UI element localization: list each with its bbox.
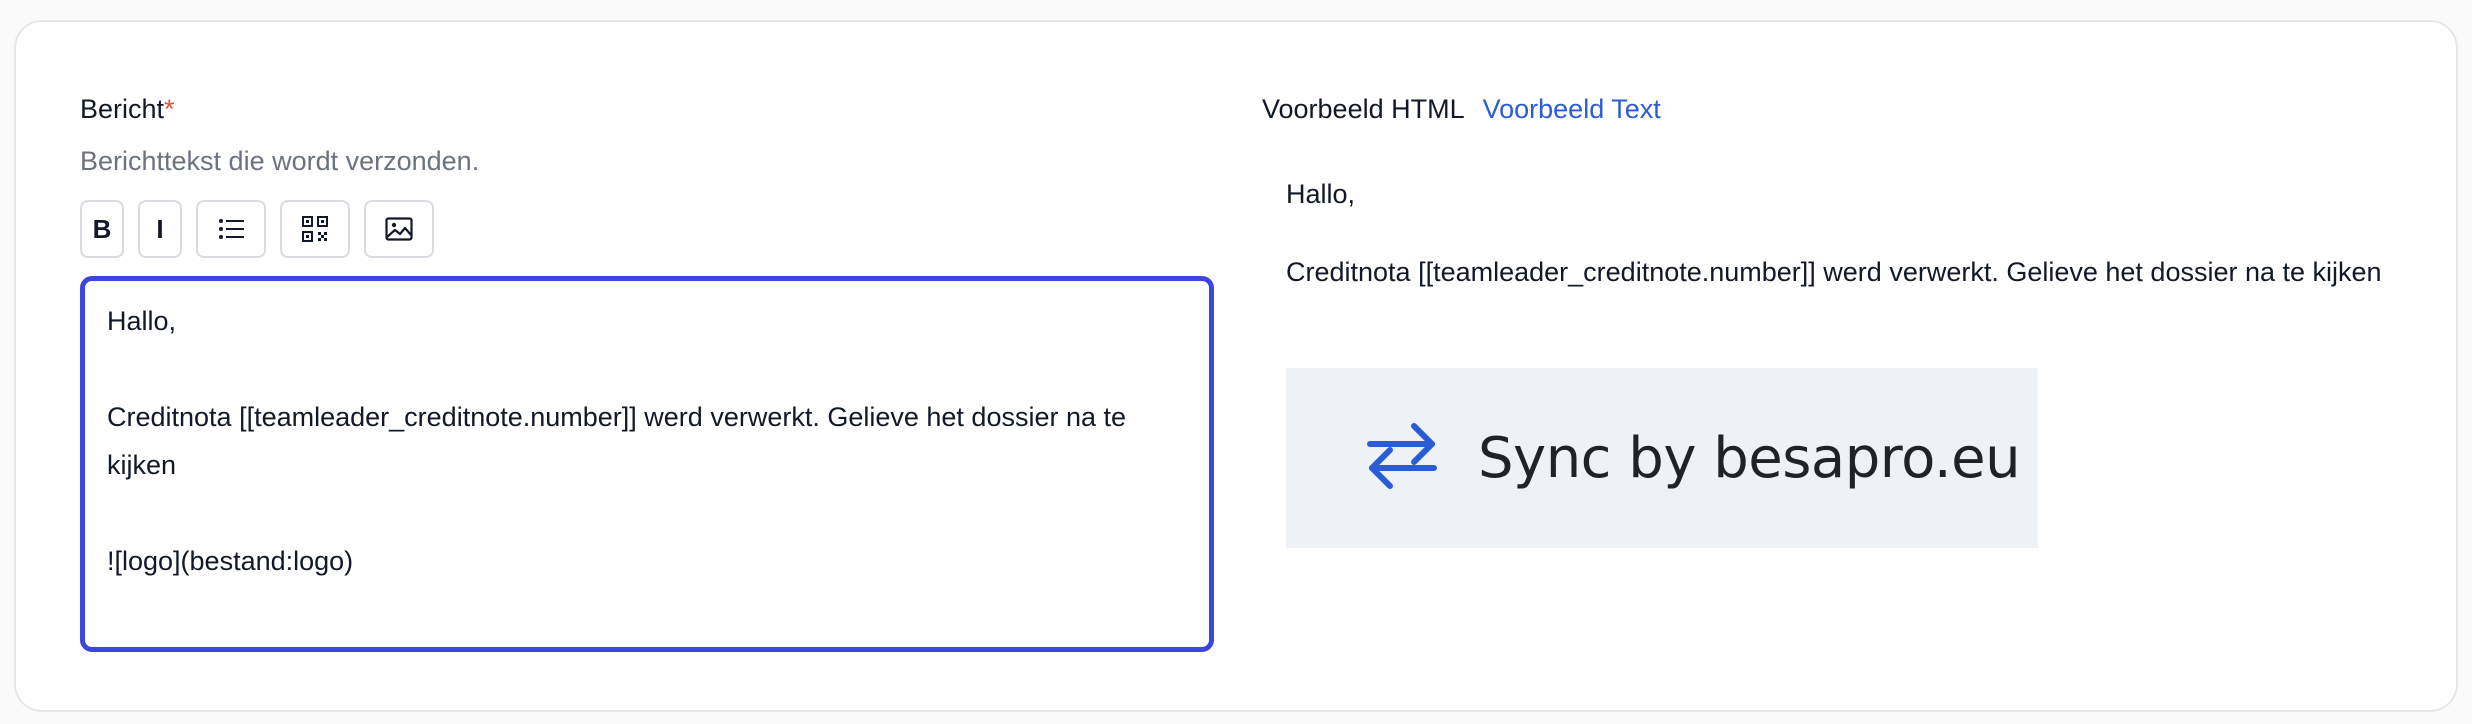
message-help-text: Berichttekst die wordt verzonden.: [80, 146, 480, 176]
message-label: Bericht*: [80, 94, 175, 125]
bulleted-list-button[interactable]: [196, 200, 266, 258]
editor-line-greeting: Hallo,: [107, 306, 177, 336]
image-button[interactable]: [364, 200, 434, 258]
qr-code-icon: [302, 216, 328, 242]
preview-logo-image: Sync by besapro.eu: [1286, 368, 2038, 548]
preview-body: Creditnota [[teamleader_creditnote.numbe…: [1286, 257, 2382, 287]
italic-button[interactable]: I: [138, 200, 182, 258]
preview-tabs: Voorbeeld HTML Voorbeeld Text: [1262, 94, 1661, 125]
editor-line-logo: ![logo](bestand:logo): [107, 546, 354, 576]
qr-code-button[interactable]: [280, 200, 350, 258]
editor-toolbar: B I: [80, 200, 434, 258]
sync-arrows-icon: [1362, 418, 1442, 499]
bold-button[interactable]: B: [80, 200, 124, 258]
message-card: Bericht* Berichttekst die wordt verzonde…: [14, 20, 2458, 712]
image-icon: [385, 217, 413, 241]
logo-text: Sync by besapro.eu: [1478, 425, 2021, 491]
message-editor[interactable]: Hallo, Creditnota [[teamleader_creditnot…: [80, 276, 1214, 652]
message-label-text: Bericht: [80, 94, 165, 124]
preview-greeting: Hallo,: [1286, 179, 1356, 209]
bulleted-list-icon: [218, 218, 244, 240]
preview-content: Hallo, Creditnota [[teamleader_creditnot…: [1286, 170, 2446, 326]
editor-line-body: Creditnota [[teamleader_creditnote.numbe…: [107, 402, 1127, 480]
tab-preview-html[interactable]: Voorbeeld HTML: [1262, 94, 1465, 125]
tab-preview-text[interactable]: Voorbeeld Text: [1483, 94, 1661, 125]
required-marker: *: [164, 94, 175, 124]
